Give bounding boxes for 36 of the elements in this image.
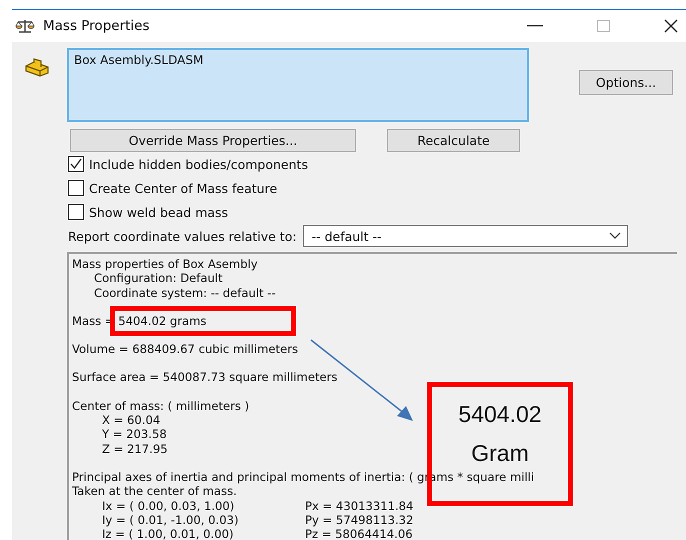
scale-icon	[15, 18, 35, 34]
override-button[interactable]: Override Mass Properties...	[70, 129, 356, 152]
checkbox-label: Create Center of Mass feature	[89, 180, 278, 196]
recalculate-button[interactable]: Recalculate	[387, 129, 520, 152]
selection-list[interactable]: Box Asembly.SLDASM	[67, 48, 529, 122]
result-text: Center of mass: ( millimeters )	[72, 398, 250, 414]
chevron-down-icon	[608, 232, 621, 240]
result-text: Ix = ( 0.00, 0.03, 1.00)	[101, 498, 236, 513]
result-text: Pz = 58064414.06	[305, 527, 413, 540]
result-text: Coordinate system: -- default --	[93, 286, 276, 300]
result-text: Volume = 688409.67 cubic millimeters	[72, 342, 298, 356]
result-text: Taken at the center of mass.	[72, 484, 237, 499]
checkbox-label: Include hidden bodies/components	[89, 156, 308, 172]
checkbox[interactable]	[68, 180, 84, 196]
callout-value: 5404.02	[458, 401, 542, 428]
result-text: Px = 43013311.84	[305, 498, 414, 513]
result-text: Iz = ( 1.00, 0.01, 0.00)	[101, 527, 235, 540]
window-title: Mass Properties	[43, 18, 150, 34]
field-label: Report coordinate values relative to:	[68, 228, 297, 244]
result-text: Iy = ( 0.01, -1.00, 0.03)	[101, 512, 240, 528]
checkbox-label: Show weld bead mass	[89, 204, 228, 220]
result-text: Mass properties of Box Asembly	[72, 257, 258, 272]
close-icon[interactable]	[664, 19, 678, 33]
result-text: Y = 203.58	[101, 427, 167, 442]
coordinate-dropdown[interactable]: -- default --	[302, 225, 628, 247]
checkbox[interactable]	[68, 156, 84, 172]
assembly-icon	[24, 57, 50, 77]
result-text: Configuration: Default	[93, 271, 223, 286]
checkbox[interactable]	[68, 204, 84, 220]
result-text: Surface area = 540087.73 square millimeters	[72, 370, 338, 385]
result-text: Py = 57498113.32	[305, 512, 414, 528]
result-text: Z = 217.95	[101, 442, 168, 456]
options-button[interactable]: Options...	[579, 70, 673, 95]
minimize-icon[interactable]	[527, 25, 543, 27]
result-text: X = 60.04	[101, 413, 160, 428]
callout-unit: Gram	[471, 440, 529, 467]
